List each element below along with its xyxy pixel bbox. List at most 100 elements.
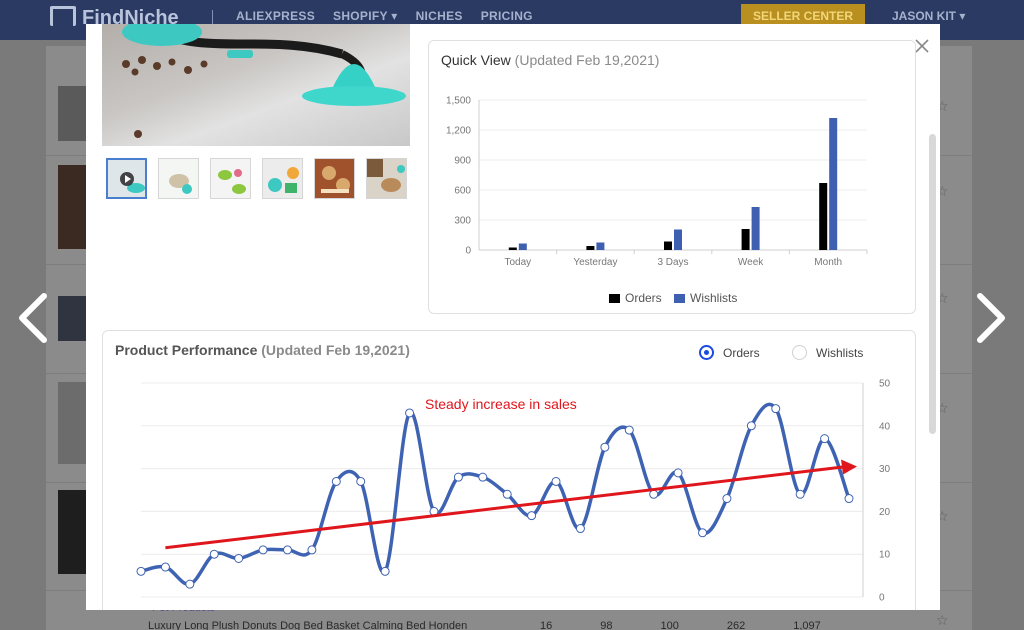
legend-orders-label: Orders <box>625 291 662 305</box>
thumbnail-image-graphic <box>315 159 354 198</box>
nav-links: ALIEXPRESS SHOPIFY ▾ NICHES PRICING <box>236 9 533 23</box>
radio-orders-label: Orders <box>723 345 760 360</box>
stat-value: 16 <box>540 620 553 630</box>
legend-wishlists[interactable]: Wishlists <box>674 291 737 305</box>
bar-wishlists <box>751 207 760 250</box>
data-point <box>527 511 537 521</box>
nav-link-shopify[interactable]: SHOPIFY ▾ <box>333 9 398 23</box>
bar-wishlists <box>674 229 682 250</box>
bar-wishlists <box>829 118 838 250</box>
y-tick-label: 20 <box>879 507 891 518</box>
data-point <box>649 489 659 499</box>
thumbnail-video[interactable] <box>106 158 147 199</box>
thumbnail-image-graphic <box>263 159 302 198</box>
data-point <box>673 468 683 478</box>
bar-wishlists <box>596 242 605 250</box>
trend-annotation: Steady increase in sales <box>425 396 577 412</box>
performance-title: Product Performance (Updated Feb 19,2021… <box>115 342 410 358</box>
list-item-thumbnail <box>58 296 86 341</box>
legend-wishlists-label: Wishlists <box>690 291 738 305</box>
bar-orders <box>664 241 672 250</box>
trend-arrow-line <box>165 464 848 550</box>
data-point <box>234 553 244 563</box>
product-detail-modal: Quick View (Updated Feb 19,2021) 0 300 600… <box>86 24 940 610</box>
radio-orders[interactable]: Orders <box>699 345 760 360</box>
data-point <box>600 442 610 452</box>
user-menu[interactable]: JASON KIT ▾ <box>892 9 965 23</box>
quick-view-updated: (Updated Feb 19,2021) <box>514 52 660 68</box>
data-point <box>380 566 390 576</box>
legend-orders[interactable]: Orders <box>609 291 662 305</box>
nav-link-pricing[interactable]: PRICING <box>481 9 533 23</box>
product-performance-card: Product Performance (Updated Feb 19,2021… <box>102 330 916 610</box>
data-point <box>722 494 732 504</box>
thumbnail-image[interactable] <box>314 158 355 199</box>
x-tick-label: Yesterday <box>573 257 617 268</box>
thumbnail-image-graphic <box>367 159 406 198</box>
performance-title-text: Product Performance <box>115 342 258 358</box>
bar-wishlists <box>518 243 527 250</box>
nav-link-aliexpress[interactable]: ALIEXPRESS <box>236 9 315 23</box>
close-icon[interactable] <box>914 38 930 54</box>
y-tick-label: 300 <box>454 216 471 227</box>
list-item-thumbnail <box>58 490 86 574</box>
chevron-down-icon: ▾ <box>391 9 398 23</box>
favorite-icon[interactable]: ☆ <box>936 612 949 629</box>
radio-checked-icon <box>699 345 714 360</box>
quick-view-title: Quick View (Updated Feb 19,2021) <box>441 52 659 68</box>
data-point <box>746 421 756 431</box>
thumbnail-image[interactable] <box>262 158 303 199</box>
previous-product-button[interactable] <box>14 290 54 346</box>
data-point <box>331 476 341 486</box>
bar-orders <box>819 183 828 250</box>
trend-arrow-head <box>841 459 857 475</box>
performance-line-chart: 0 10 20 30 40 50 Steady increase in sales <box>136 379 891 604</box>
data-point <box>624 425 634 435</box>
y-tick-label: 900 <box>454 156 471 167</box>
y-tick-label: 1,200 <box>446 126 471 137</box>
chevron-right-icon <box>977 293 1005 343</box>
product-thumbnails <box>106 158 407 199</box>
data-point <box>258 545 268 555</box>
data-point <box>551 476 561 486</box>
thumbnail-image-graphic <box>159 159 198 198</box>
data-point <box>307 545 317 555</box>
data-point <box>160 562 170 572</box>
y-tick-label: 40 <box>879 421 891 432</box>
thumbnail-image[interactable] <box>366 158 407 199</box>
orders-line <box>140 402 851 586</box>
y-tick-label: 1,500 <box>446 96 471 107</box>
radio-wishlists[interactable]: Wishlists <box>792 345 863 360</box>
thumbnail-image[interactable] <box>158 158 199 199</box>
quick-view-bar-chart: 0 300 600 900 1,200 1,500 Today Yesterday 3 Days… <box>446 96 868 268</box>
data-point <box>356 476 366 486</box>
nav-link-niches[interactable]: NICHES <box>416 9 463 23</box>
data-point <box>698 528 708 538</box>
performance-updated: (Updated Feb 19,2021) <box>261 342 410 358</box>
modal-scrollbar[interactable] <box>929 134 936 434</box>
logo-mark-icon <box>50 6 76 26</box>
thumbnail-image[interactable] <box>210 158 251 199</box>
product-stats: 16 98 100 262 1,097 <box>540 620 821 630</box>
orders-swatch <box>609 293 620 303</box>
data-point <box>136 566 146 576</box>
next-product-button[interactable] <box>970 290 1010 346</box>
list-item-thumbnail <box>58 382 86 464</box>
data-point <box>405 408 415 418</box>
chevron-left-icon <box>19 293 47 343</box>
stat-value: 262 <box>726 620 746 630</box>
data-point <box>453 472 463 482</box>
data-point <box>844 494 854 504</box>
product-title[interactable]: Luxury Long Plush Donuts Dog Bed Basket … <box>148 620 467 630</box>
x-tick-label: 3 Days <box>657 257 688 268</box>
radio-unchecked-icon <box>792 345 807 360</box>
data-point <box>502 489 512 499</box>
bar-orders <box>586 246 595 250</box>
stat-value: 1,097 <box>793 620 821 630</box>
bar-orders <box>508 247 517 250</box>
list-item-thumbnail <box>58 165 86 249</box>
list-item-thumbnail <box>58 86 86 141</box>
product-main-image <box>102 24 410 146</box>
data-point <box>575 524 585 534</box>
data-point <box>209 549 219 559</box>
